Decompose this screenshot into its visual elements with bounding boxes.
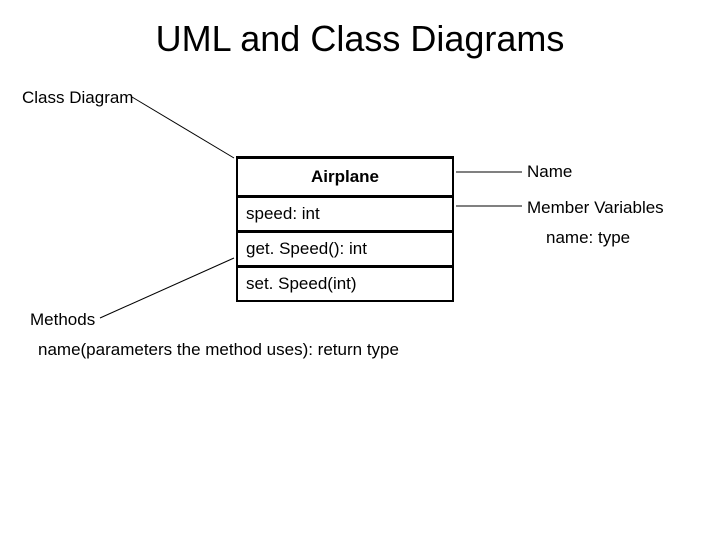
uml-method-row: set. Speed(int)	[238, 268, 452, 300]
label-name: Name	[527, 162, 572, 182]
slide-title: UML and Class Diagrams	[0, 18, 720, 60]
label-name-type: name: type	[546, 228, 630, 248]
uml-class-name: Airplane	[238, 159, 452, 198]
label-class-diagram: Class Diagram	[22, 88, 133, 108]
label-methods: Methods	[30, 310, 95, 330]
uml-method-row: get. Speed(): int	[238, 233, 452, 268]
label-method-syntax: name(parameters the method uses): return…	[38, 340, 399, 360]
uml-class-box: Airplane speed: int get. Speed(): int se…	[236, 156, 454, 302]
label-member-variables: Member Variables	[527, 198, 664, 218]
uml-attribute-row: speed: int	[238, 198, 452, 233]
